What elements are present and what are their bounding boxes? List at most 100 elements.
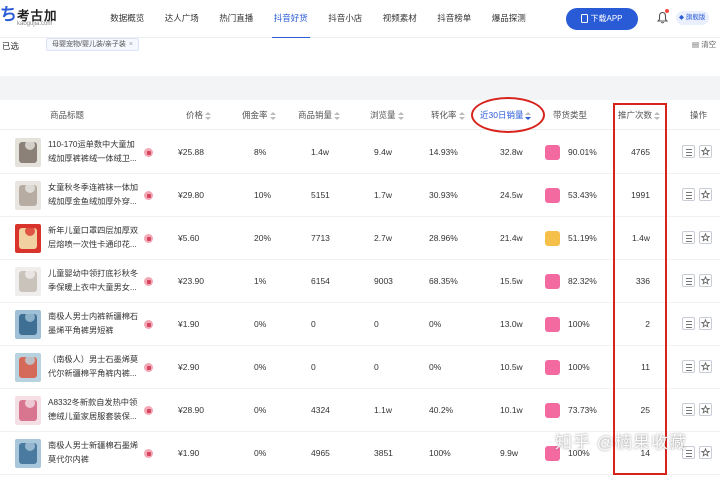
col-sales[interactable]: 商品销量: [298, 100, 341, 130]
goods-type-icon: [545, 317, 560, 332]
product-thumbnail[interactable]: [15, 310, 41, 339]
list-icon[interactable]: [682, 188, 695, 201]
cell-sales30: 24.5w: [500, 190, 523, 200]
table-row[interactable]: 新年儿童口罩四层加厚双层熔喷一次性卡通印花... ¥5.60 20% 7713 2.7w…: [0, 217, 720, 260]
table-row[interactable]: 南极人男士内裤新疆棉石墨烯平角裤男短裤 ¥1.90 0% 0 0 0% 13.0w 100% 2: [0, 303, 720, 346]
product-title[interactable]: 儿童婴幼中领打底衫秋冬季保暖上衣中大童男女...: [48, 267, 140, 296]
col-goods-type: 带货类型: [553, 110, 588, 120]
list-icon[interactable]: [682, 403, 695, 416]
nav-item[interactable]: 热门直播: [209, 0, 264, 38]
cell-price: ¥28.90: [178, 405, 204, 415]
product-title[interactable]: 新年儿童口罩四层加厚双层熔喷一次性卡通印花...: [48, 224, 140, 253]
col-conversion[interactable]: 转化率: [431, 100, 465, 130]
cell-price: ¥25.88: [178, 147, 204, 157]
filter-chip-label: 母婴宠物/婴儿装/亲子装: [52, 41, 126, 48]
shop-icon[interactable]: [144, 148, 153, 157]
download-app-label: 下载APP: [590, 14, 623, 23]
star-icon[interactable]: [699, 145, 712, 158]
cell-conversion: 100%: [429, 448, 451, 458]
cell-sales30: 10.1w: [500, 405, 523, 415]
product-title[interactable]: 南极人男士内裤新疆棉石墨烯平角裤男短裤: [48, 310, 140, 339]
product-title[interactable]: A8332冬新款自发热中领德绒儿童家居服套装保...: [48, 396, 140, 425]
shop-icon[interactable]: [144, 449, 153, 458]
shop-icon[interactable]: [144, 363, 153, 372]
list-icon[interactable]: [682, 274, 695, 287]
shop-icon[interactable]: [144, 277, 153, 286]
table-row[interactable]: 女童秋冬季连裤袜一体加绒加厚金鱼绒加厚外穿... ¥29.80 10% 5151 1.7…: [0, 174, 720, 217]
product-thumbnail[interactable]: [15, 267, 41, 296]
product-table: 商品标题 价格 佣金率 商品销量 浏览量 转化率 近30日销量 带货类型 推广次…: [0, 100, 720, 478]
clear-filters-button[interactable]: ▤ 清空: [692, 39, 716, 50]
selected-label: 已选: [2, 41, 20, 51]
shop-icon[interactable]: [144, 320, 153, 329]
cell-conversion: 0%: [429, 362, 442, 372]
sort-icon: [458, 111, 465, 121]
logo-icon[interactable]: ち: [0, 5, 17, 25]
cell-views: 2.7w: [374, 233, 392, 243]
list-icon[interactable]: [682, 145, 695, 158]
col-price[interactable]: 价格: [186, 100, 212, 130]
nav-item[interactable]: 抖音小店: [318, 0, 373, 38]
product-title[interactable]: 110-170运单数中大童加绒加厚裤裤绒一体绒卫...: [48, 138, 140, 167]
download-app-button[interactable]: 下载APP: [566, 8, 638, 30]
cell-sales: 7713: [311, 233, 330, 243]
table-row[interactable]: 110-170运单数中大童加绒加厚裤裤绒一体绒卫... ¥25.88 8% 1.4w 9…: [0, 131, 720, 174]
list-icon[interactable]: [682, 360, 695, 373]
cell-type-pct: 82.32%: [568, 276, 597, 286]
star-icon[interactable]: [699, 403, 712, 416]
cell-price: ¥5.60: [178, 233, 200, 243]
cell-commission: 8%: [254, 147, 267, 157]
star-icon[interactable]: [699, 446, 712, 459]
nav-item[interactable]: 达人广场: [155, 0, 210, 38]
product-title[interactable]: 女童秋冬季连裤袜一体加绒加厚金鱼绒加厚外穿...: [48, 181, 140, 210]
table-row[interactable]: （南极人）男士石墨烯莫代尔新疆棉平角裤内裤... ¥2.90 0% 0 0 0% 10.5w…: [0, 346, 720, 389]
highlight-ellipse: [471, 97, 545, 133]
vip-badge[interactable]: ◆ 旗舰版: [676, 11, 710, 25]
star-icon[interactable]: [699, 274, 712, 287]
cell-commission: 0%: [254, 362, 267, 372]
product-thumbnail[interactable]: [15, 353, 41, 382]
cell-views: 9003: [374, 276, 393, 286]
col-conversion-label: 转化率: [431, 110, 457, 120]
nav-item[interactable]: 数据概览: [100, 0, 155, 38]
product-thumbnail[interactable]: [15, 224, 41, 253]
col-price-label: 价格: [186, 110, 204, 120]
product-thumbnail[interactable]: [15, 439, 41, 468]
star-icon[interactable]: [699, 317, 712, 330]
nav-item[interactable]: 抖音好货: [264, 0, 319, 39]
nav-item[interactable]: 爆品探测: [482, 0, 537, 38]
product-thumbnail[interactable]: [15, 181, 41, 210]
col-views[interactable]: 浏览量: [370, 100, 404, 130]
product-title[interactable]: （南极人）男士石墨烯莫代尔新疆棉平角裤内裤...: [48, 353, 140, 382]
col-commission[interactable]: 佣金率: [242, 100, 276, 130]
table-row[interactable]: A8332冬新款自发热中领德绒儿童家居服套装保... ¥28.90 0% 4324 1.…: [0, 389, 720, 432]
close-icon[interactable]: ×: [129, 41, 133, 48]
cell-sales30: 15.5w: [500, 276, 523, 286]
shop-icon[interactable]: [144, 406, 153, 415]
sort-icon: [269, 111, 276, 121]
cell-conversion: 30.93%: [429, 190, 458, 200]
star-icon[interactable]: [699, 188, 712, 201]
nav-item[interactable]: 抖音榜单: [427, 0, 482, 38]
shop-icon[interactable]: [144, 234, 153, 243]
star-icon[interactable]: [699, 231, 712, 244]
filter-chip[interactable]: 母婴宠物/婴儿装/亲子装 ×: [46, 38, 139, 51]
list-icon[interactable]: [682, 231, 695, 244]
list-icon[interactable]: [682, 317, 695, 330]
cell-conversion: 28.96%: [429, 233, 458, 243]
shop-icon[interactable]: [144, 191, 153, 200]
product-title[interactable]: 南极人男士新疆棉石墨烯莫代尔内裤: [48, 439, 140, 468]
trash-icon: ▤: [692, 40, 700, 49]
table-body: 110-170运单数中大童加绒加厚裤裤绒一体绒卫... ¥25.88 8% 1.4w 9…: [0, 131, 720, 475]
table-row[interactable]: 儿童婴幼中领打底衫秋冬季保暖上衣中大童男女... ¥23.90 1% 6154 9003…: [0, 260, 720, 303]
product-thumbnail[interactable]: [15, 138, 41, 167]
star-icon[interactable]: [699, 360, 712, 373]
cell-price: ¥1.90: [178, 448, 200, 458]
cell-commission: 0%: [254, 405, 267, 415]
nav-item[interactable]: 视频素材: [373, 0, 428, 38]
col-product: 商品标题: [50, 110, 85, 120]
product-thumbnail[interactable]: [15, 396, 41, 425]
cell-type-pct: 90.01%: [568, 147, 597, 157]
cell-price: ¥2.90: [178, 362, 200, 372]
cell-conversion: 68.35%: [429, 276, 458, 286]
